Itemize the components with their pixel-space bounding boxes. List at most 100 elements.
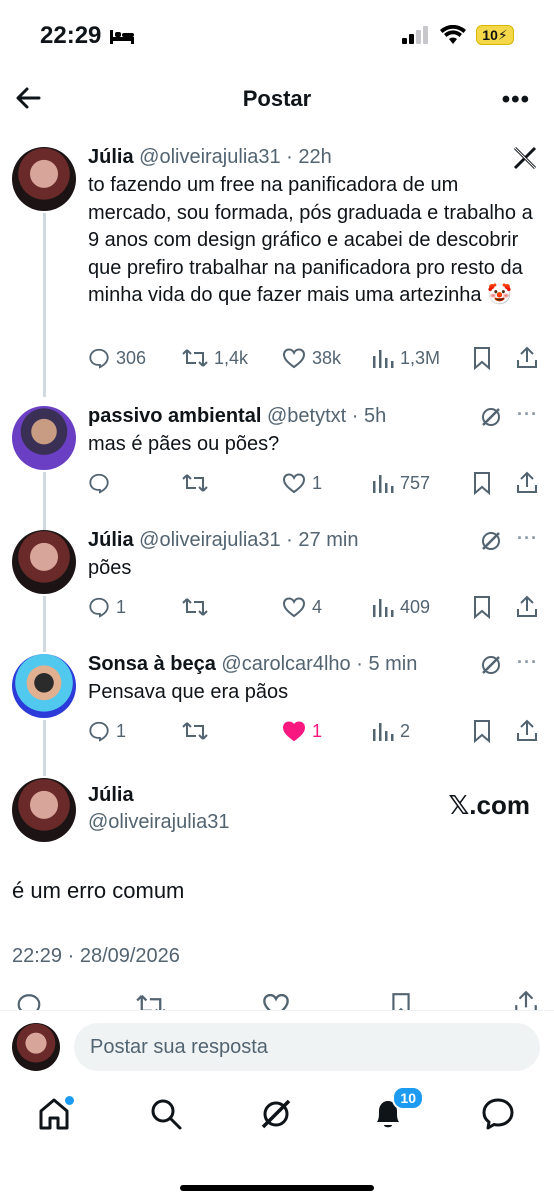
tweet[interactable]: Júlia @oliveirajulia31 · 27 min pões ···… [0,528,554,638]
tweet-text: mas é pães ou pões? [88,433,280,455]
views-button[interactable]: 409 [372,596,472,618]
view-count: 757 [400,472,431,493]
bookmark-icon [474,347,490,370]
bookmark-icon [474,720,490,743]
share-button[interactable] [516,719,538,743]
reply-icon[interactable] [16,992,42,1010]
tab-bar: 10 [0,1080,554,1199]
retweet-button[interactable] [182,720,282,742]
heart-icon[interactable] [262,992,290,1010]
author-handle[interactable]: @oliveirajulia31 [139,529,280,551]
more-options-button[interactable]: ··· [517,528,538,549]
more-options-button[interactable]: ··· [517,404,538,425]
cellular-signal-icon [402,26,428,44]
heart-icon [282,473,306,494]
header: Postar ••• [0,72,554,126]
reply-icon [89,473,109,494]
views-chart-icon [373,723,394,741]
like-button[interactable]: 1 [282,720,372,742]
avatar[interactable] [12,530,76,594]
avatar[interactable] [12,147,76,211]
reply-count: 306 [116,347,147,368]
grok-icon[interactable] [480,530,502,552]
bookmark-button[interactable] [472,595,516,619]
reply-icon [89,721,109,742]
share-button[interactable] [516,595,538,619]
tab-grok[interactable] [258,1096,298,1136]
grok-icon[interactable] [480,406,502,428]
more-options-button[interactable]: ••• [502,86,530,114]
reply-button[interactable] [88,472,182,494]
author-name[interactable]: Júlia [88,529,134,551]
author-handle[interactable]: @carolcar4lho [221,653,350,675]
x-logo-icon [513,146,537,170]
author-handle[interactable]: @oliveirajulia31 [139,146,280,168]
bookmark-button[interactable] [472,346,516,370]
tweet-time: 27 min [298,529,359,551]
bookmark-icon[interactable] [390,992,412,1010]
more-options-button[interactable]: ··· [517,652,538,673]
chat-bubble-icon [482,1098,514,1130]
retweet-icon[interactable] [136,992,166,1010]
tweet-text: é um erro comum [12,878,185,903]
avatar[interactable] [12,654,76,718]
author-name[interactable]: Júlia [88,146,134,168]
like-button[interactable]: 38k [282,347,372,369]
share-button[interactable] [516,346,538,370]
tab-home[interactable] [36,1096,76,1136]
tweet[interactable]: Sonsa à beça @carolcar4lho · 5 min Pensa… [0,652,554,762]
share-button[interactable] [516,471,538,495]
retweet-icon [182,349,208,367]
grok-icon[interactable] [480,654,502,676]
retweet-icon [182,598,208,616]
tweet-time: 22h [298,146,332,168]
retweet-count: 1,4k [214,347,249,368]
reply-input[interactable]: Postar sua resposta [74,1023,540,1071]
tab-explore[interactable] [148,1096,188,1136]
share-icon [517,719,537,741]
tweet[interactable]: passivo ambiental @betytxt · 5h mas é pã… [0,404,554,514]
charging-icon: ⚡ [497,26,508,43]
views-button[interactable]: 1,3M [372,347,472,369]
bookmark-button[interactable] [472,471,516,495]
reply-button[interactable]: 1 [88,720,182,742]
like-button[interactable]: 4 [282,596,372,618]
retweet-button[interactable] [182,472,282,494]
retweet-icon [182,722,208,740]
author-name[interactable]: passivo ambiental [88,405,261,427]
share-icon [517,346,537,368]
views-button[interactable]: 757 [372,472,472,494]
tweet[interactable]: Júlia @oliveirajulia31 · 22h to fazendo … [0,145,554,385]
views-button[interactable]: 2 [372,720,472,742]
share-icon[interactable] [514,990,538,1010]
author-name[interactable]: Sonsa à beça [88,653,216,675]
avatar[interactable] [12,778,76,842]
author-handle[interactable]: @betytxt [267,405,346,427]
tab-messages[interactable] [480,1096,520,1136]
tweet-text: Pensava que era pãos [88,681,289,703]
retweet-icon [182,474,208,492]
status-time-group: 22:29 [40,22,135,50]
tab-notifications[interactable]: 10 [370,1086,424,1136]
tweet-time: 5h [363,405,387,427]
like-count: 1 [312,472,323,493]
reply-button[interactable]: 306 [88,347,182,369]
views-chart-icon [373,475,394,493]
views-chart-icon [373,350,394,368]
my-avatar[interactable] [12,1023,60,1071]
battery-level: 10 [482,27,498,43]
reply-count: 1 [116,596,127,617]
retweet-button[interactable] [182,596,282,618]
tweet-time: 5 min [368,653,418,675]
tweet-text: to fazendo um free na panificadora de um… [88,174,533,306]
retweet-button[interactable]: 1,4k [182,347,282,369]
bookmark-button[interactable] [472,719,516,743]
status-icons: 10 ⚡ [402,25,514,45]
bookmark-icon [474,472,490,495]
like-button[interactable]: 1 [282,472,372,494]
tweet-timestamp: 22:29 · 28/09/2026 [12,945,180,967]
avatar[interactable] [12,406,76,470]
reply-button[interactable]: 1 [88,596,182,618]
share-icon [517,471,537,493]
bookmark-icon [474,596,490,619]
